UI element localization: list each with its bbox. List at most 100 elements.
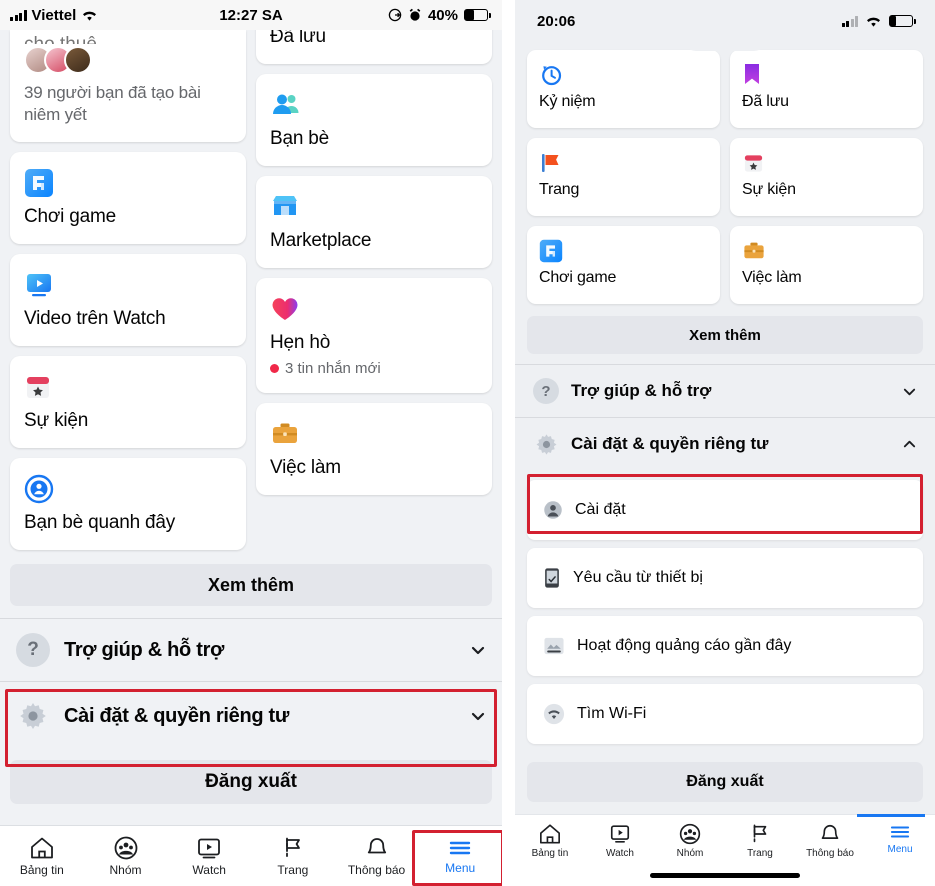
tab-label: Watch <box>606 848 634 859</box>
pages-flag-icon <box>285 837 300 858</box>
card-da-luu[interactable]: Đã lưu <box>730 50 923 128</box>
tab-nhom[interactable]: Nhóm <box>655 823 725 859</box>
dating-badge-label: 3 tin nhắn mới <box>285 360 381 377</box>
right-menu-scroll-area[interactable]: Kỷ niệm Đã lưu Trang Sự kiện Chơi game V… <box>515 42 935 814</box>
card-da-luu[interactable]: Đã lưu <box>256 30 492 64</box>
card-label: Việc làm <box>742 269 802 286</box>
tab-label: Menu <box>887 844 913 855</box>
logout-button[interactable]: Đăng xuất <box>527 762 923 802</box>
chevron-down-icon[interactable] <box>470 642 486 658</box>
logout-button[interactable]: Đăng xuất <box>10 760 492 805</box>
device-request-icon <box>545 568 559 588</box>
settings-and-privacy-row[interactable]: Cài đặt & quyền riêng tư <box>0 682 502 751</box>
left-grid-column-2: Đã lưu Bạn bè Marketplace Hẹn hò 3 tin n… <box>256 30 492 550</box>
tab-menu[interactable]: Menu <box>418 838 502 875</box>
tab-menu[interactable]: Menu <box>865 823 935 855</box>
sub-item-tim-wifi[interactable]: Tìm Wi-Fi <box>527 684 923 744</box>
pages-flag-icon <box>753 824 767 844</box>
screen-separator <box>502 0 515 886</box>
tab-watch[interactable]: Watch <box>585 823 655 859</box>
left-phone-screen: Viettel 12:27 SA 40% 39 người bạn đã tạo… <box>0 0 502 886</box>
chevron-down-icon[interactable] <box>902 384 917 399</box>
memories-clock-icon <box>539 62 708 88</box>
card-su-kien[interactable]: Sự kiện <box>730 138 923 216</box>
right-status-bar: 20:06 <box>515 0 935 51</box>
card-label: Chơi game <box>24 206 116 228</box>
tab-thong-bao[interactable]: Thông báo <box>335 836 419 877</box>
see-more-button[interactable]: Xem thêm <box>10 564 492 607</box>
chevron-down-icon[interactable] <box>470 708 486 724</box>
tab-nhom[interactable]: Nhóm <box>84 836 168 877</box>
question-mark-icon: ? <box>16 633 50 668</box>
sub-item-yeu-cau-tu-thiet-bi[interactable]: Yêu cầu từ thiết bị <box>527 548 923 608</box>
card-label: Marketplace <box>270 230 372 251</box>
chevron-up-icon[interactable] <box>902 437 917 452</box>
card-label: Việc làm <box>270 457 341 478</box>
account-avatar-icon <box>544 501 562 519</box>
tab-label: Trang <box>277 862 309 877</box>
marketplace-icon <box>270 190 478 224</box>
bell-icon <box>821 824 839 839</box>
card-choi-game[interactable]: Chơi game <box>527 226 720 304</box>
see-more-button[interactable]: Xem thêm <box>527 316 923 354</box>
clipped-card-title: cho thuê <box>24 34 232 44</box>
settings-and-privacy-label: Cài đặt & quyền riêng tư <box>64 704 290 727</box>
card-marketplace[interactable]: Marketplace <box>256 176 492 268</box>
tab-watch[interactable]: Watch <box>167 836 251 877</box>
tab-label: Menu <box>445 860 476 875</box>
nearby-friends-icon <box>24 472 232 506</box>
watch-icon <box>610 825 630 843</box>
tab-label: Thông báo <box>347 862 406 877</box>
tab-trang[interactable]: Trang <box>251 836 335 877</box>
tab-trang[interactable]: Trang <box>725 823 795 859</box>
sub-item-hoat-dong-quang-cao[interactable]: Hoạt động quảng cáo gần đây <box>527 616 923 676</box>
card-video-tren-watch[interactable]: Video trên Watch <box>10 254 246 347</box>
tab-label: Bảng tin <box>19 862 64 877</box>
left-menu-scroll-area[interactable]: cho thuê 39 người bạn đã tạo bài niêm yế… <box>0 30 502 825</box>
signal-bars-icon <box>841 15 858 27</box>
help-and-support-row[interactable]: ? Trợ giúp & hỗ trợ <box>515 365 935 417</box>
groups-icon <box>679 823 701 845</box>
pages-flag-icon <box>539 150 708 176</box>
alarm-clock-icon <box>409 8 421 21</box>
card-ky-niem[interactable]: Kỷ niệm <box>527 50 720 128</box>
active-tab-indicator <box>857 814 925 817</box>
battery-icon <box>464 9 491 21</box>
status-right-group: 40% <box>388 6 491 24</box>
card-label: Kỷ niệm <box>539 93 596 110</box>
card-label: Sự kiện <box>24 410 89 432</box>
card-hen-ho[interactable]: Hẹn hò 3 tin nhắn mới <box>256 278 492 393</box>
settings-and-privacy-row[interactable]: Cài đặt & quyền riêng tư <box>515 418 935 470</box>
card-ban-be-quanh-day[interactable]: Bạn bè quanh đây <box>10 458 246 551</box>
card-trang[interactable]: Trang <box>527 138 720 216</box>
sub-item-label: Cài đặt <box>575 501 626 518</box>
help-and-support-row[interactable]: ? Trợ giúp & hỗ trợ <box>0 619 502 682</box>
dual-screenshot-comparison: Viettel 12:27 SA 40% 39 người bạn đã tạo… <box>0 0 935 886</box>
groups-icon <box>114 836 137 859</box>
sub-item-cai-dat[interactable]: Cài đặt <box>527 480 923 540</box>
home-icon <box>540 824 560 844</box>
status-right-group <box>841 15 916 28</box>
watch-icon <box>198 838 221 858</box>
tab-thong-bao[interactable]: Thông báo <box>795 823 865 859</box>
listings-card[interactable]: cho thuê 39 người bạn đã tạo bài niêm yế… <box>10 30 246 143</box>
battery-percent-label: 40% <box>427 6 458 24</box>
card-viec-lam[interactable]: Việc làm <box>256 403 492 495</box>
hamburger-menu-icon <box>890 826 910 838</box>
status-carrier-group: Viettel <box>10 7 98 24</box>
card-label: Đã lưu <box>742 93 789 110</box>
gaming-icon <box>24 166 232 200</box>
tab-label: Nhóm <box>676 848 704 859</box>
card-su-kien[interactable]: Sự kiện <box>10 356 246 449</box>
card-ban-be[interactable]: Bạn bè <box>256 74 492 166</box>
wifi-find-icon <box>543 703 565 725</box>
tab-label: Thông báo <box>806 848 854 859</box>
settings-and-privacy-label: Cài đặt & quyền riêng tư <box>571 434 769 453</box>
tab-bang-tin[interactable]: Bảng tin <box>515 823 585 859</box>
friends-icon <box>270 88 478 122</box>
tab-label: Trang <box>747 848 773 859</box>
card-viec-lam[interactable]: Việc làm <box>730 226 923 304</box>
card-choi-game[interactable]: Chơi game <box>10 152 246 245</box>
card-label: Trang <box>539 181 580 198</box>
tab-bang-tin[interactable]: Bảng tin <box>0 836 84 877</box>
